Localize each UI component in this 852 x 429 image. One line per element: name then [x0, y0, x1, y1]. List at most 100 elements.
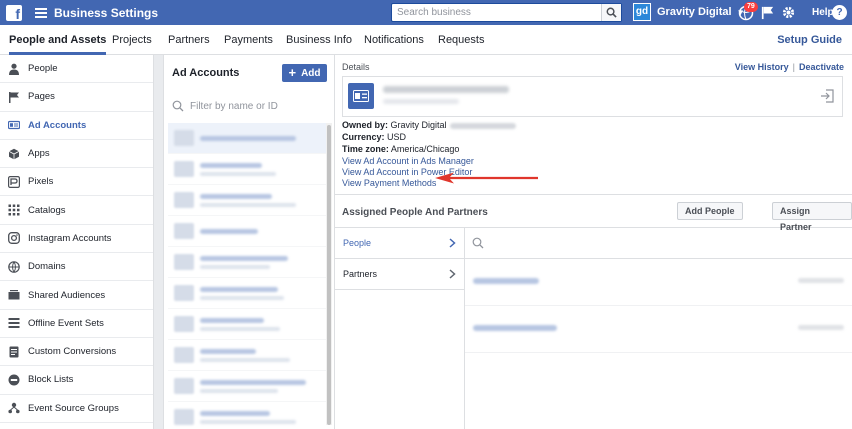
sidebar-item-shared-audiences[interactable]: Shared Audiences [0, 281, 153, 310]
sidebar-item-block-lists[interactable]: Block Lists [0, 366, 153, 395]
facebook-logo-icon[interactable]: f [6, 4, 22, 21]
ad-account-card [342, 76, 843, 117]
list-item[interactable] [168, 247, 326, 278]
redacted-account-id [383, 99, 459, 104]
list-item[interactable] [168, 154, 326, 185]
sidebar-item-event-source-groups[interactable]: Event Source Groups [0, 395, 153, 423]
subnav-label: People [343, 238, 372, 248]
sidebar-item-domains[interactable]: Domains [0, 253, 153, 282]
deactivate-link[interactable]: Deactivate [799, 62, 844, 72]
tab-projects[interactable]: Projects [112, 25, 152, 55]
business-name: Gravity Digital [657, 6, 732, 18]
search-business-box [391, 3, 622, 22]
list-scrollbar-thumb[interactable] [327, 125, 331, 425]
ad-accounts-title: Ad Accounts [172, 67, 240, 79]
sidebar-item-offline-event-sets[interactable]: Offline Event Sets [0, 310, 153, 338]
tab-business-info[interactable]: Business Info [286, 25, 352, 55]
timezone-value: America/Chicago [390, 144, 460, 154]
list-item[interactable] [168, 402, 326, 429]
sidebar-item-label: Domains [28, 261, 66, 273]
conversion-icon [9, 346, 19, 358]
list-item[interactable] [168, 123, 326, 154]
redacted-name [200, 348, 290, 362]
tab-notifications[interactable]: Notifications [364, 25, 424, 55]
sidebar-item-instagram-accounts[interactable]: Instagram Accounts [0, 225, 153, 254]
gear-icon[interactable] [781, 5, 796, 20]
chevron-right-icon [449, 269, 456, 279]
list-item[interactable] [168, 216, 326, 247]
redacted-name [200, 379, 306, 393]
redacted-name [200, 286, 284, 300]
sidebar-item-label: Shared Audiences [28, 289, 106, 301]
list-item[interactable] [168, 340, 326, 371]
sidebar-item-ad-accounts[interactable]: Ad Accounts [0, 112, 153, 140]
add-people-button[interactable]: Add People [677, 202, 743, 220]
audience-icon [8, 290, 20, 300]
account-icon [174, 254, 194, 270]
tab-partners[interactable]: Partners [168, 25, 210, 55]
sidebar-item-people[interactable]: People [0, 55, 153, 84]
tab-requests[interactable]: Requests [438, 25, 484, 55]
sidebar-item-apps[interactable]: Apps [0, 140, 153, 169]
sidebar: People Pages Ad Accounts Apps Pixels Cat… [0, 55, 154, 429]
sidebar-item-label: Event Source Groups [28, 402, 119, 414]
redacted-person-name [473, 278, 539, 284]
subnav-partners[interactable]: Partners [335, 259, 464, 290]
sidebar-item-label: Custom Conversions [28, 346, 117, 358]
redacted-name [200, 410, 296, 424]
view-history-link[interactable]: View History [735, 62, 789, 72]
sidebar-item-label: Instagram Accounts [28, 232, 112, 244]
sidebar-item-label: Pages [28, 91, 55, 103]
setup-guide-link[interactable]: Setup Guide [777, 25, 842, 55]
table-row[interactable] [465, 306, 852, 353]
table-row[interactable] [465, 259, 852, 306]
search-button[interactable] [601, 4, 621, 21]
subnav-people[interactable]: People [335, 228, 464, 259]
business-account-switcher[interactable]: gd Gravity Digital ▼ [633, 3, 745, 21]
owned-by-value: Gravity Digital [390, 120, 447, 130]
help-icon[interactable]: ? [832, 5, 847, 20]
ad-account-icon [8, 121, 20, 130]
sidebar-item-label: People [28, 63, 58, 75]
filter-box [172, 95, 327, 117]
instagram-icon [8, 232, 20, 245]
plus-icon: + [288, 65, 297, 80]
view-payment-methods-link[interactable]: View Payment Methods [342, 178, 436, 188]
list-item[interactable] [168, 309, 326, 340]
sidebar-item-pages[interactable]: Pages [0, 83, 153, 112]
assigned-header: Assigned People And Partners Add People … [335, 194, 852, 232]
block-icon [8, 374, 20, 386]
people-search-input[interactable] [490, 237, 830, 249]
redacted-person-role [798, 325, 844, 330]
search-icon [172, 100, 184, 112]
view-ads-manager-link[interactable]: View Ad Account in Ads Manager [342, 156, 474, 166]
flag-icon[interactable] [760, 5, 775, 20]
add-ad-account-button[interactable]: + Add [282, 64, 327, 82]
redacted-person-name [473, 325, 557, 331]
list-item[interactable] [168, 278, 326, 309]
sidebar-item-catalogs[interactable]: Catalogs [0, 196, 153, 225]
list-item[interactable] [168, 371, 326, 402]
account-icon [174, 192, 194, 208]
chevron-right-icon [449, 238, 456, 248]
sidebar-item-label: Offline Event Sets [28, 317, 104, 329]
tab-payments[interactable]: Payments [224, 25, 273, 55]
hamburger-menu-icon[interactable] [35, 7, 47, 18]
ad-account-list [168, 123, 326, 429]
sidebar-item-pixels[interactable]: Pixels [0, 168, 153, 197]
tab-people-and-assets[interactable]: People and Assets [9, 25, 107, 55]
owned-by-label: Owned by: [342, 120, 389, 130]
pixel-icon [8, 175, 20, 188]
search-business-input[interactable] [392, 4, 601, 21]
list-item[interactable] [168, 185, 326, 216]
sidebar-item-custom-conversions[interactable]: Custom Conversions [0, 338, 153, 367]
grid-icon [8, 204, 20, 216]
account-icon [174, 161, 194, 177]
search-icon [472, 237, 484, 249]
open-account-icon[interactable] [820, 89, 834, 103]
business-avatar: gd [633, 3, 651, 21]
help-label[interactable]: Help [812, 7, 834, 18]
filter-input[interactable] [190, 100, 320, 112]
assign-partner-button[interactable]: Assign Partner [772, 202, 852, 232]
sidebar-item-label: Pixels [28, 176, 54, 188]
